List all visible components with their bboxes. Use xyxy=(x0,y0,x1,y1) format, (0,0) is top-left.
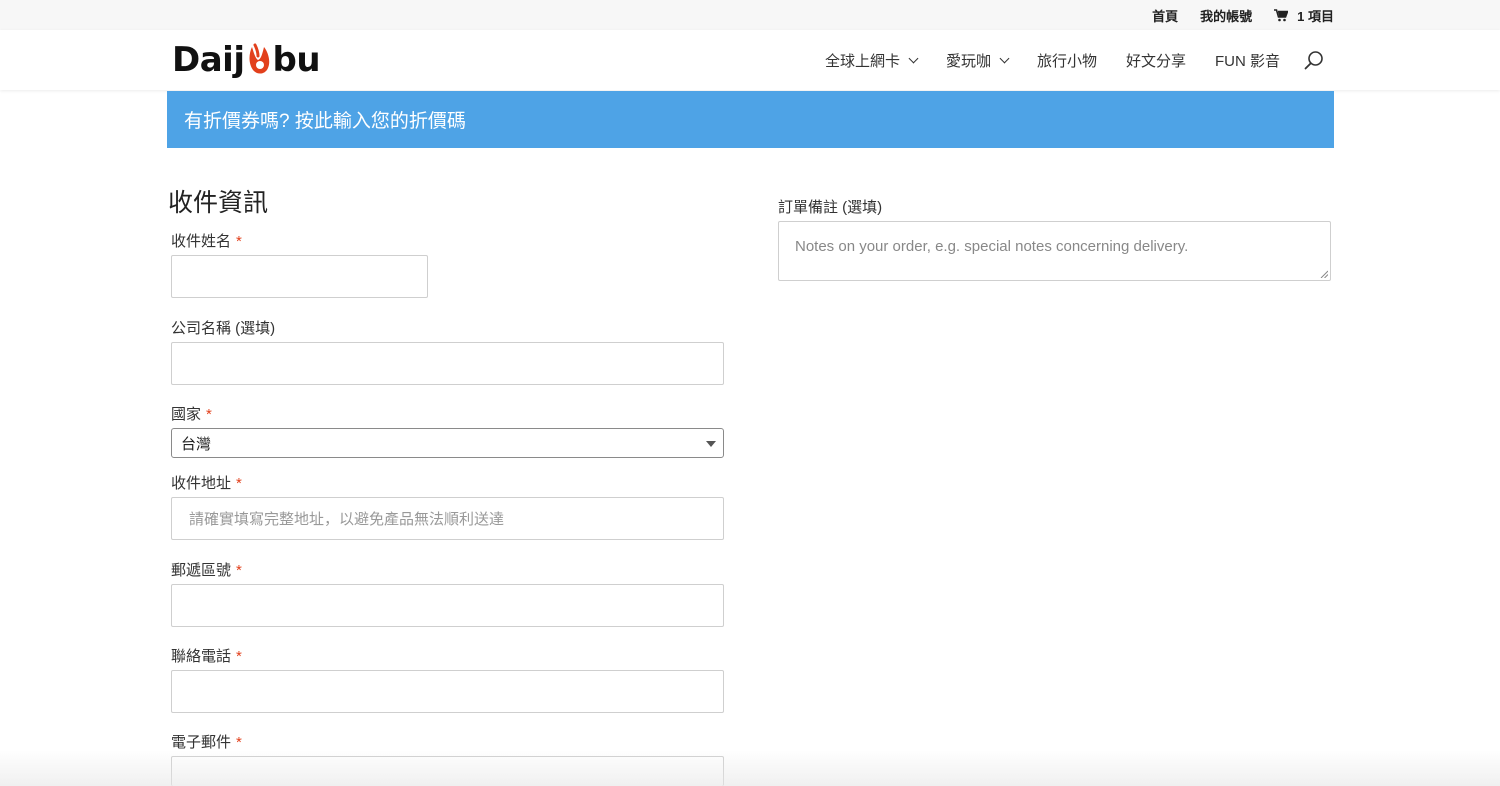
name-input[interactable] xyxy=(171,255,428,298)
company-label-text: 公司名稱 (選填) xyxy=(171,320,276,337)
name-label: 收件姓名 * xyxy=(171,230,242,251)
phone-input[interactable] xyxy=(171,670,724,713)
coupon-text: 有折價券嗎? 按此輸入您的折價碼 xyxy=(184,111,466,132)
site-logo[interactable]: Daij bu xyxy=(172,40,321,80)
address-placeholder: 請確實填寫完整地址，以避免產品無法順利送達 xyxy=(189,511,505,528)
address-label: 收件地址 * xyxy=(171,472,242,493)
required-mark: * xyxy=(236,233,242,250)
logo-text-left: Daij xyxy=(172,40,245,80)
company-label: 公司名稱 (選填) xyxy=(171,317,275,338)
email-input[interactable] xyxy=(171,756,724,786)
my-account-link[interactable]: 我的帳號 xyxy=(1200,6,1252,25)
resize-handle-icon[interactable] xyxy=(1320,270,1328,278)
order-notes-placeholder: Notes on your order, e.g. special notes … xyxy=(795,238,1189,255)
address-label-text: 收件地址 xyxy=(171,475,232,492)
chevron-down-icon xyxy=(999,53,1010,63)
nav-item-videos[interactable]: FUN 影音 xyxy=(1215,50,1280,71)
main-header: Daij bu 全球上網卡 愛玩咖 旅行小物 好文分享 FUN 影音 xyxy=(0,30,1500,90)
address-input[interactable]: 請確實填寫完整地址，以避免產品無法順利送達 xyxy=(171,497,724,540)
top-links: 首頁 我的帳號 1 項目 xyxy=(1152,0,1334,30)
required-mark: * xyxy=(206,406,212,423)
nav-item-fun[interactable]: 愛玩咖 xyxy=(945,50,1010,71)
coupon-banner[interactable]: 有折價券嗎? 按此輸入您的折價碼 xyxy=(167,91,1334,148)
phone-label: 聯絡電話 * xyxy=(171,645,242,666)
cart-link[interactable]: 1 項目 xyxy=(1274,6,1334,25)
chevron-down-icon xyxy=(908,53,919,63)
order-notes-label: 訂單備註 (選填) xyxy=(778,199,883,216)
zip-label: 郵遞區號 * xyxy=(171,559,242,580)
nav-item-articles[interactable]: 好文分享 xyxy=(1126,50,1186,71)
country-select[interactable]: 台灣 xyxy=(171,428,724,458)
country-select-value: 台灣 xyxy=(181,435,212,453)
dropdown-arrow-icon xyxy=(706,441,716,447)
nav-item-label: 愛玩咖 xyxy=(945,52,991,70)
logo-mark-icon xyxy=(245,43,271,77)
main-nav: 全球上網卡 愛玩咖 旅行小物 好文分享 FUN 影音 xyxy=(825,30,1324,90)
required-mark: * xyxy=(236,562,242,579)
email-label-text: 電子郵件 xyxy=(171,734,232,751)
cart-count: 1 項目 xyxy=(1297,8,1334,24)
name-label-text: 收件姓名 xyxy=(171,233,232,250)
shipping-section-title: 收件資訊 xyxy=(168,189,269,217)
company-input[interactable] xyxy=(171,342,724,385)
zip-input[interactable] xyxy=(171,584,724,627)
nav-item-label: 全球上網卡 xyxy=(824,52,900,70)
logo-text-right: bu xyxy=(272,40,321,80)
nav-item-label: FUN 影音 xyxy=(1215,52,1280,70)
phone-label-text: 聯絡電話 xyxy=(171,648,232,665)
required-mark: * xyxy=(236,648,242,665)
nav-item-sim-cards[interactable]: 全球上網卡 xyxy=(824,50,919,71)
email-label: 電子郵件 * xyxy=(171,731,242,752)
home-link[interactable]: 首頁 xyxy=(1152,6,1178,25)
zip-label-text: 郵遞區號 xyxy=(171,562,232,579)
nav-item-travel-goods[interactable]: 旅行小物 xyxy=(1037,50,1097,71)
nav-item-label: 旅行小物 xyxy=(1036,52,1097,70)
required-mark: * xyxy=(236,734,242,751)
country-label-text: 國家 xyxy=(171,406,202,423)
top-utility-bar: 首頁 我的帳號 1 項目 xyxy=(0,0,1500,30)
nav-item-label: 好文分享 xyxy=(1125,52,1186,70)
required-mark: * xyxy=(236,475,242,492)
country-label: 國家 * xyxy=(171,403,212,424)
search-icon[interactable] xyxy=(1304,50,1324,70)
order-notes-textarea[interactable]: Notes on your order, e.g. special notes … xyxy=(778,221,1331,281)
cart-icon xyxy=(1274,8,1289,21)
